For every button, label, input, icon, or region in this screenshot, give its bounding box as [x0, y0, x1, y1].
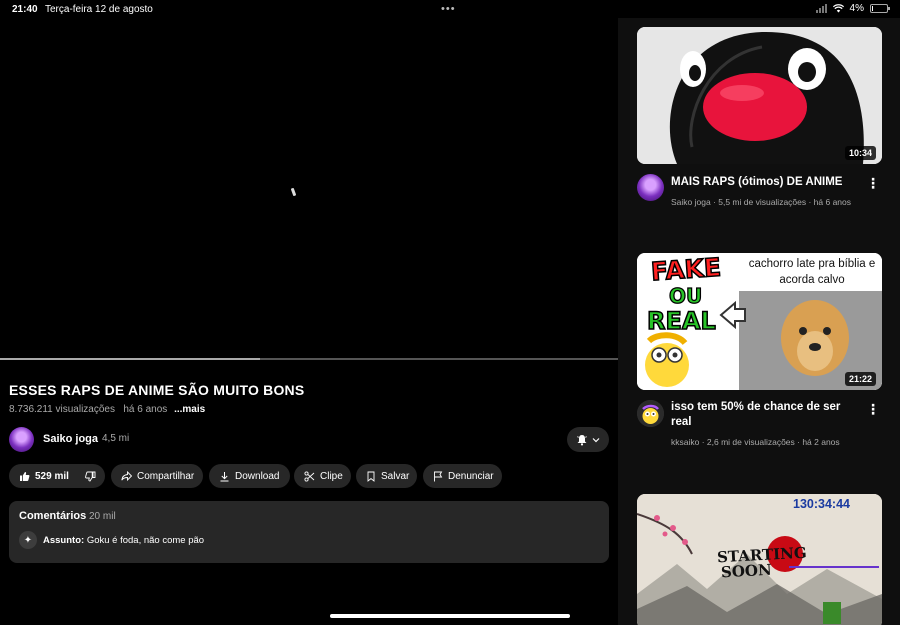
channel-row: Saiko joga 4,5 mi: [9, 427, 609, 453]
notification-bell-button[interactable]: [567, 427, 609, 452]
more-description-link[interactable]: ...mais: [174, 404, 205, 415]
cellular-signal-icon: [815, 4, 827, 13]
status-indicators: 4%: [815, 3, 890, 14]
channel-avatar[interactable]: [637, 400, 664, 427]
subscriber-count: 4,5 mi: [102, 433, 130, 444]
penguin-thumbnail-image: [637, 27, 882, 164]
video-progress-fill: [0, 358, 260, 360]
video-title: ESSES RAPS DE ANIME SÃO MUITO BONS: [9, 382, 305, 398]
channel-name[interactable]: Saiko joga: [43, 433, 98, 445]
recommendation-title[interactable]: MAIS RAPS (ótimos) DE ANIME: [671, 175, 861, 190]
upload-age: há 6 anos: [123, 404, 168, 415]
clip-label: Clipe: [320, 470, 343, 482]
recommendation-meta: kksaiko · 2,6 mi de visualizações · há 2…: [671, 437, 840, 447]
channel-avatar[interactable]: [637, 174, 664, 201]
more-options-icon[interactable]: ⋮: [866, 402, 880, 416]
thumb-text-soon: SOON: [720, 560, 773, 582]
like-count[interactable]: 529 mil: [35, 471, 69, 482]
video-duration: 10:34: [844, 146, 876, 160]
video-duration: 21:22: [844, 372, 876, 386]
video-progress-bar[interactable]: [0, 358, 618, 360]
home-indicator[interactable]: [330, 614, 570, 618]
comment-topic: Assunto: Goku é foda, não come pão: [43, 535, 204, 546]
save-button[interactable]: Salvar: [356, 464, 417, 488]
video-player[interactable]: [0, 18, 618, 363]
status-time: 21:40: [12, 4, 38, 15]
status-bar: 21:40 Terça-feira 12 de agosto ••• 4%: [0, 0, 900, 18]
loading-spinner-icon: [290, 187, 297, 197]
chevron-down-icon: [592, 437, 600, 442]
status-date: Terça-feira 12 de agosto: [45, 4, 153, 15]
flag-icon: [434, 471, 443, 481]
share-icon: [121, 471, 132, 481]
recommendation-thumbnail[interactable]: 10:34: [637, 27, 882, 164]
recommendation-thumbnail[interactable]: FAKE OU REAL cachorro late pra bíblia e …: [637, 253, 882, 390]
like-icon[interactable]: [19, 471, 30, 482]
thumb-text-fake: FAKE: [649, 253, 722, 287]
sparkle-icon: ✦: [19, 531, 37, 549]
thumb-text-real: REAL: [646, 306, 716, 336]
battery-percent: 4%: [849, 3, 864, 14]
video-meta[interactable]: 8.736.211 visualizações há 6 anos ...mai…: [9, 404, 205, 415]
download-button[interactable]: Download: [209, 464, 290, 488]
view-count: 8.736.211 visualizações: [9, 404, 115, 415]
thumb-timer: 130:34:44: [793, 497, 850, 511]
bell-icon: [577, 434, 587, 445]
download-label: Download: [235, 470, 280, 482]
download-icon: [220, 471, 229, 481]
more-options-icon[interactable]: ⋮: [866, 176, 880, 190]
comments-panel[interactable]: Comentários 20 mil ✦ Assunto: Goku é fod…: [9, 501, 609, 563]
recommendations-sidebar: 10:34 MAIS RAPS (ótimos) DE ANIME Saiko …: [618, 18, 900, 625]
recommendation-thumbnail[interactable]: 130:34:44 STARTING SOON: [637, 494, 882, 625]
report-label: Denunciar: [448, 470, 494, 482]
topic-text: Goku é foda, não come pão: [86, 535, 205, 546]
dislike-icon[interactable]: [85, 471, 96, 482]
comments-title: Comentários: [19, 510, 87, 522]
share-button[interactable]: Compartilhar: [111, 464, 203, 488]
thumb-text-ou: OU: [668, 283, 703, 308]
share-label: Compartilhar: [137, 470, 195, 482]
battery-icon: [870, 4, 890, 13]
like-dislike-group: 529 mil: [9, 464, 105, 488]
wifi-icon: [832, 4, 844, 13]
clip-button[interactable]: Clipe: [294, 464, 351, 488]
bookmark-icon: [367, 471, 375, 482]
recommendation-title[interactable]: isso tem 50% de chance de ser real: [671, 400, 861, 430]
topic-label: Assunto:: [43, 535, 85, 546]
multitasking-dots-icon[interactable]: •••: [441, 3, 456, 15]
scissors-icon: [304, 470, 315, 482]
channel-avatar[interactable]: [9, 427, 34, 452]
thumb-caption: cachorro late pra bíblia e acorda calvo: [748, 258, 876, 286]
recommendation-meta: Saiko joga · 5,5 mi de visualizações · h…: [671, 197, 852, 207]
save-label: Salvar: [381, 470, 410, 482]
comments-count: 20 mil: [89, 511, 116, 522]
report-button[interactable]: Denunciar: [423, 464, 502, 488]
